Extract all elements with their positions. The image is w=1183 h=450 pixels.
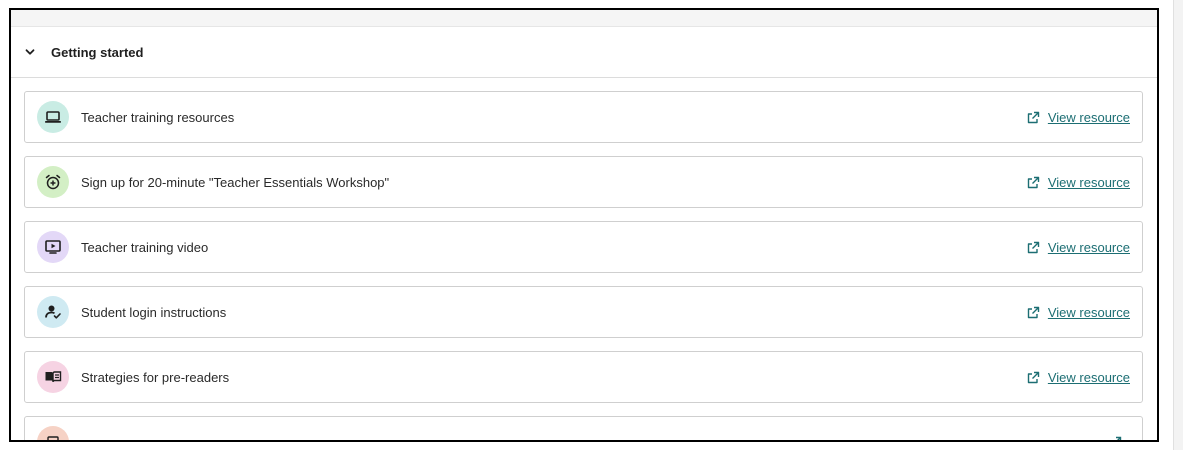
- section-header-getting-started[interactable]: Getting started: [11, 27, 1157, 78]
- resource-label: Student login instructions: [81, 304, 227, 320]
- video-play-icon: [37, 231, 69, 263]
- view-resource-link[interactable]: View resource: [1027, 240, 1130, 255]
- partial-icon: [37, 426, 69, 440]
- section-title: Getting started: [51, 44, 144, 60]
- external-link-icon: [1027, 110, 1041, 124]
- resource-card: Sign up for 20-minute "Teacher Essential…: [24, 156, 1143, 208]
- alarm-clock-icon: [37, 166, 69, 198]
- laptop-icon: [37, 101, 69, 133]
- external-link-icon: [1027, 175, 1041, 189]
- view-resource-label[interactable]: View resource: [1048, 370, 1130, 385]
- resource-label: Sign up for 20-minute "Teacher Essential…: [81, 174, 390, 190]
- book-open-icon: [37, 361, 69, 393]
- top-strip: [11, 10, 1157, 27]
- view-resource-link[interactable]: View resource: [1027, 305, 1130, 320]
- resources-panel: Getting started Teacher training resourc…: [9, 8, 1159, 442]
- resource-card: Student login instructions View resource: [24, 286, 1143, 338]
- view-resource-label[interactable]: View resource: [1048, 305, 1130, 320]
- external-link-icon: [1027, 240, 1041, 254]
- external-link-icon: [1027, 305, 1041, 319]
- resource-label: Teacher training resources: [81, 109, 235, 125]
- view-resource-link[interactable]: [1109, 435, 1130, 440]
- user-check-icon: [37, 296, 69, 328]
- external-link-icon: [1027, 370, 1041, 384]
- view-resource-link[interactable]: View resource: [1027, 110, 1130, 125]
- page-scrollbar[interactable]: [1173, 0, 1183, 450]
- resource-label: Strategies for pre-readers: [81, 369, 230, 385]
- view-resource-label[interactable]: View resource: [1048, 175, 1130, 190]
- resource-label: Teacher training video: [81, 239, 209, 255]
- resource-card: Teacher training resources View resource: [24, 91, 1143, 143]
- view-resource-link[interactable]: View resource: [1027, 370, 1130, 385]
- resource-card: Strategies for pre-readers View resource: [24, 351, 1143, 403]
- resource-card: [24, 416, 1143, 440]
- resource-card: Teacher training video View resource: [24, 221, 1143, 273]
- view-resource-label[interactable]: View resource: [1048, 110, 1130, 125]
- external-link-icon: [1109, 435, 1123, 440]
- view-resource-label[interactable]: View resource: [1048, 240, 1130, 255]
- resource-list: Teacher training resources View resource…: [11, 78, 1157, 440]
- chevron-down-icon[interactable]: [23, 45, 37, 59]
- view-resource-link[interactable]: View resource: [1027, 175, 1130, 190]
